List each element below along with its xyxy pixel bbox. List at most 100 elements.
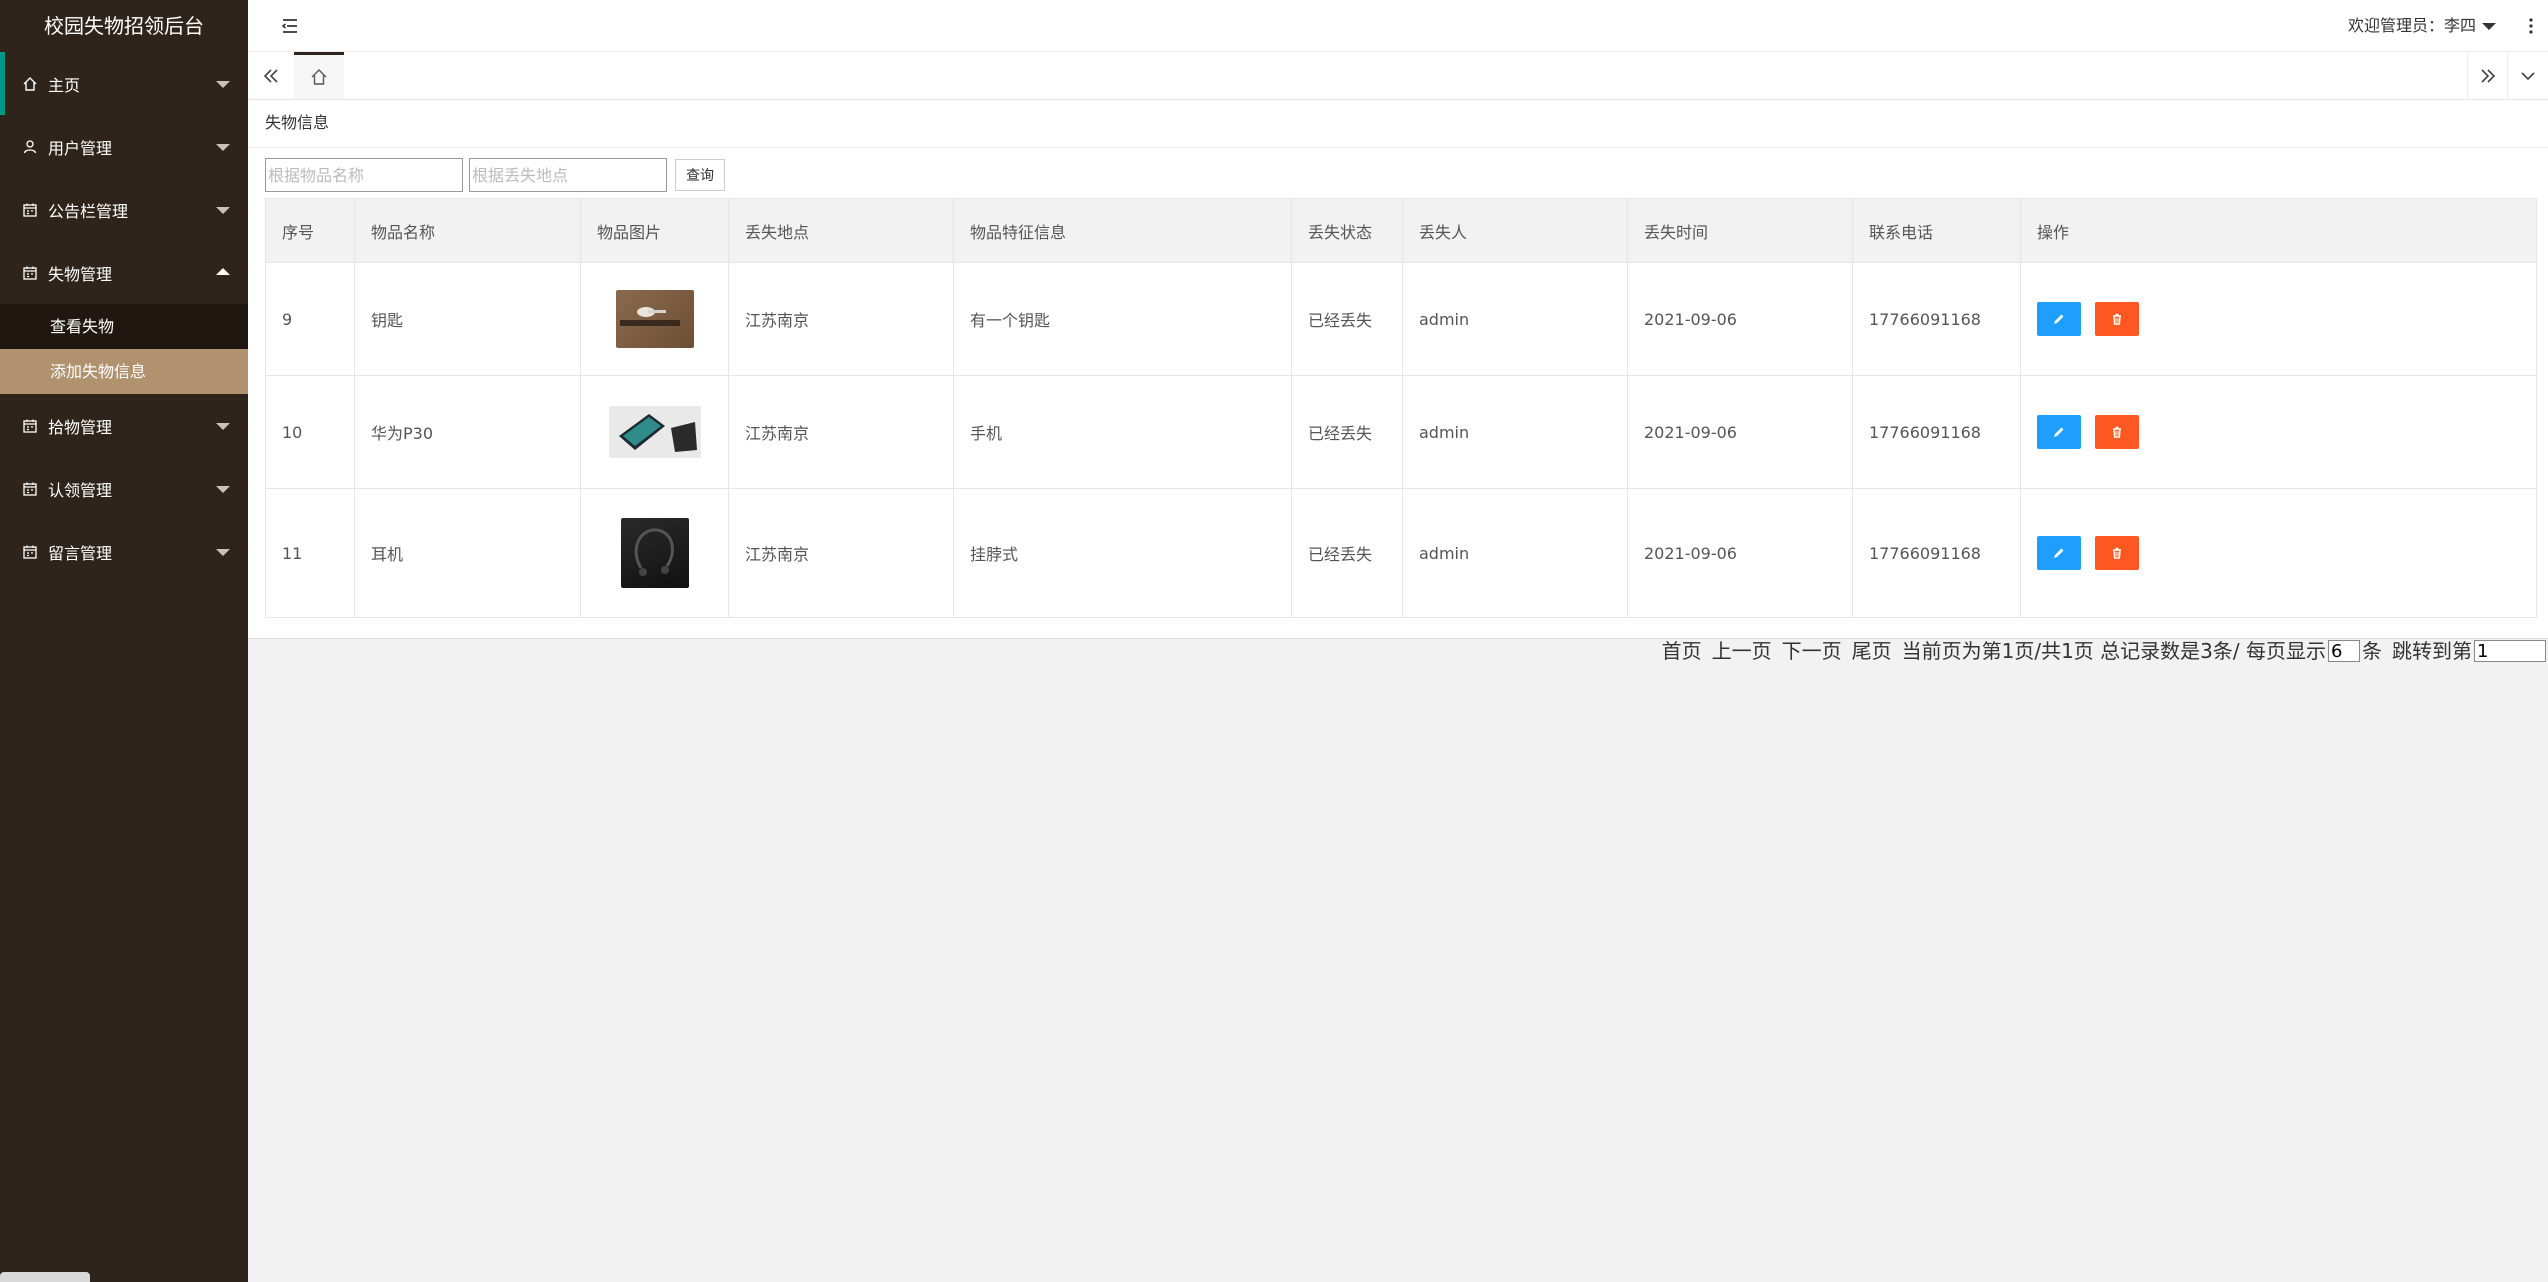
lost-place-search-input[interactable] [469,158,667,192]
item-name-search-input[interactable] [265,158,463,192]
cell-name: 钥匙 [354,262,581,376]
cell-phone: 17766091168 [1852,375,2021,489]
cell-place: 江苏南京 [728,262,954,376]
cell-person: admin [1402,375,1628,489]
column-header-name: 物品名称 [354,198,581,263]
cell-name: 耳机 [354,488,581,618]
phone-photo [608,406,701,458]
edit-button[interactable] [2037,302,2081,336]
caret-down-icon [2482,23,2496,30]
sidebar-item-found[interactable]: 拾物管理 [0,394,248,457]
submenu-item-add-lost[interactable]: 添加失物信息 [0,349,248,394]
sidebar-item-claim[interactable]: 认领管理 [0,457,248,520]
home-icon [311,69,327,85]
earphone-photo [620,518,689,588]
pager-last-link[interactable]: 尾页 [1852,638,1892,664]
delete-button[interactable] [2095,536,2139,570]
app-title: 校园失物招领后台 [44,14,204,38]
tabs-bar [248,52,2548,100]
pager-prev-link[interactable]: 上一页 [1712,638,1772,664]
cell-status: 已经丢失 [1291,488,1403,618]
cell-status: 已经丢失 [1291,262,1403,376]
column-header-no: 序号 [265,198,355,263]
edit-button[interactable] [2037,536,2081,570]
sidebar-item-label: 主页 [48,75,81,95]
top-header: 欢迎管理员：李四 [248,0,2548,52]
submenu-item-view-lost[interactable]: 查看失物 [0,304,248,349]
sidebar-item-label: 认领管理 [48,480,113,500]
pager-unit: 条 [2362,639,2382,663]
tabs-scroll-right-icon[interactable] [2467,52,2508,100]
sidebar-item-users[interactable]: 用户管理 [0,115,248,178]
page-jump-input[interactable] [2474,640,2546,662]
menu-toggle-icon[interactable] [280,16,300,36]
column-header-phone: 联系电话 [1852,198,2021,263]
column-header-status: 丢失状态 [1291,198,1403,263]
sidebar-item-lost[interactable]: 失物管理 [0,241,248,304]
cell-time: 2021-09-06 [1627,375,1853,489]
chevron-down-icon [216,485,230,493]
cell-phone: 17766091168 [1852,488,2021,618]
delete-button[interactable] [2095,415,2139,449]
sidebar-item-label: 留言管理 [48,543,113,563]
sidebar-item-message[interactable]: 留言管理 [0,520,248,583]
page-title: 失物信息 [265,113,330,132]
tab-home[interactable] [294,52,344,99]
user-menu[interactable]: 欢迎管理员：李四 [2348,0,2496,52]
page-size-input[interactable] [2328,640,2360,662]
welcome-text: 欢迎管理员：李四 [2347,16,2476,35]
cell-actions [2020,262,2537,376]
trash-icon [2113,547,2121,559]
sidebar-item-notice[interactable]: 公告栏管理 [0,178,248,241]
chevron-down-icon [216,548,230,556]
column-header-feature: 物品特征信息 [953,198,1292,263]
tabs-scroll-left-icon[interactable] [248,52,295,100]
keys-photo [615,290,694,348]
cell-feature: 手机 [953,375,1292,489]
lost-items-table: 序号 物品名称 物品图片 丢失地点 物品特征信息 丢失状态 丢失人 丢失时间 联… [265,198,2537,618]
cell-no: 11 [265,488,355,618]
main-panel: 失物信息 查询 序号 物品名称 物品图片 丢失地点 物品特征信息 丢失状态 丢失… [248,100,2548,638]
cell-phone: 17766091168 [1852,262,2021,376]
cell-person: admin [1402,262,1628,376]
sidebar-item-label: 失物管理 [48,264,113,284]
chevron-down-icon [216,80,230,88]
sidebar: 校园失物招领后台 主页 用户管理 公告栏管理 失物管理 查看失物 添加失物信息 [0,0,248,1282]
cell-feature: 有一个钥匙 [953,262,1292,376]
cell-actions [2020,488,2537,618]
sidebar-item-home[interactable]: 主页 [0,52,248,115]
cell-image [580,262,729,376]
sidebar-item-label: 用户管理 [48,138,113,158]
cell-no: 10 [265,375,355,489]
user-icon [22,139,38,155]
trash-icon [2113,426,2121,438]
cell-feature: 挂脖式 [953,488,1292,618]
table-row: 10 华为P30 江苏南京 手机 已经丢失 admin 2021-09-06 1… [265,375,2537,489]
edit-button[interactable] [2037,415,2081,449]
cell-status: 已经丢失 [1291,375,1403,489]
pager-next-link[interactable]: 下一页 [1782,638,1842,664]
trash-icon [2113,313,2121,325]
pager-first-link[interactable]: 首页 [1662,638,1702,664]
calendar-icon [22,481,38,497]
column-header-place: 丢失地点 [728,198,954,263]
query-button[interactable]: 查询 [675,159,725,191]
pager-jump-label: 跳转到第 [2392,639,2472,663]
table-row: 11 耳机 江苏南京 挂脖式 已经丢失 admin 2021-09-06 177… [265,488,2537,618]
cell-no: 9 [265,262,355,376]
cell-image [580,375,729,489]
search-bar: 查询 [265,158,725,192]
calendar-icon [22,544,38,560]
table-header-row: 序号 物品名称 物品图片 丢失地点 物品特征信息 丢失状态 丢失人 丢失时间 联… [265,198,2537,263]
more-vertical-icon[interactable] [2528,16,2534,36]
column-header-time: 丢失时间 [1627,198,1853,263]
chevron-down-icon [216,143,230,151]
sidebar-item-label: 公告栏管理 [48,201,129,221]
cell-time: 2021-09-06 [1627,488,1853,618]
pencil-icon [2054,548,2064,558]
sidebar-item-label: 拾物管理 [48,417,113,437]
pencil-icon [2054,314,2064,324]
delete-button[interactable] [2095,302,2139,336]
tabs-dropdown-icon[interactable] [2507,52,2548,100]
cell-actions [2020,375,2537,489]
